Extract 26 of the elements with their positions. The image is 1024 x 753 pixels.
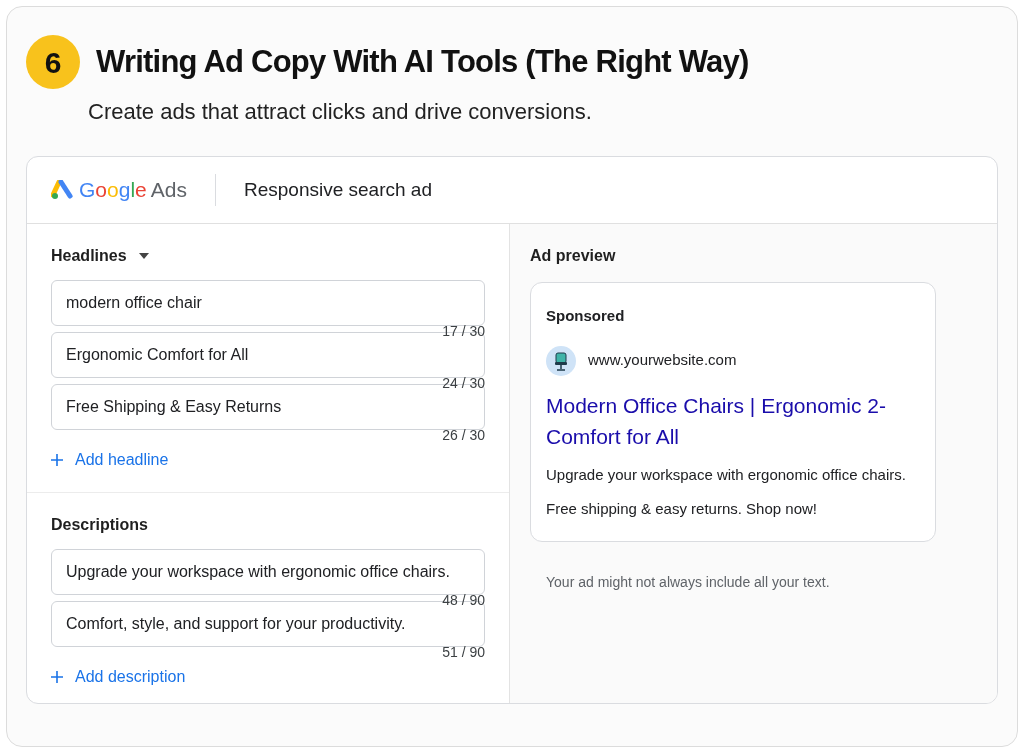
ads-logo-icon (51, 180, 75, 200)
sponsored-label: Sponsored (546, 306, 626, 326)
text-field[interactable]: Upgrade your workspace with ergonomic office chairs. (51, 549, 485, 595)
preview-note: Your ad might not always include all your text. (546, 572, 831, 592)
add-headline-link[interactable]: Add headline (51, 448, 169, 472)
step-number-badge: 6 (26, 35, 80, 89)
logo-wordmark: Google (79, 177, 147, 204)
character-counter: 51 / 90 (442, 645, 485, 659)
ad-headline-link[interactable]: Modern Office Chairs | Ergonomic 2-Comfort for All (546, 389, 920, 452)
add-description-link[interactable]: Add description (51, 665, 186, 689)
section-heading: Headlines (51, 246, 127, 266)
plus-icon (51, 671, 63, 683)
text-field[interactable]: modern office chair (51, 280, 485, 326)
chair-icon (546, 345, 576, 376)
logo-product-name: Ads (150, 177, 187, 204)
plus-icon (51, 454, 63, 466)
ad-description-line: Free shipping & easy returns. Shop now! (546, 499, 818, 519)
slide-title: Writing Ad Copy With AI Tools (The Right Way) (96, 42, 749, 81)
dropdown-caret-icon[interactable] (138, 253, 149, 259)
panel-title: Responsive search ad (243, 177, 432, 202)
character-counter: 26 / 30 (442, 428, 485, 442)
ad-description-line: Upgrade your workspace with ergonomic office chairs. (546, 464, 907, 485)
section-heading: Ad preview (530, 246, 617, 266)
ad-url: www.yourwebsite.com (588, 350, 737, 371)
slide-subtitle: Create ads that attract clicks and drive conversions. (88, 98, 593, 126)
section-heading: Descriptions (51, 515, 148, 535)
